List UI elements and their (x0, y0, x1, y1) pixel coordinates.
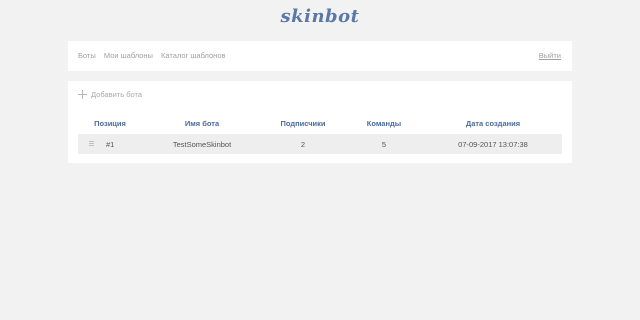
cell-subscribers: 2 (262, 134, 344, 154)
column-header-created-date[interactable]: Дата создания (424, 116, 562, 130)
nav-links: Боты Мои шаблоны Каталог шаблонов (78, 51, 231, 60)
nav-item-bots[interactable]: Боты (78, 51, 96, 60)
table-header-row: Позиция Имя бота Подписчики Команды Дата… (78, 116, 562, 130)
cell-commands: 5 (344, 134, 424, 154)
column-header-bot-name[interactable]: Имя бота (142, 116, 262, 130)
drag-handle-icon[interactable] (89, 141, 94, 147)
app-logo[interactable]: skinbot (0, 6, 640, 27)
nav-item-template-catalog[interactable]: Каталог шаблонов (161, 51, 225, 60)
bots-table: Позиция Имя бота Подписчики Команды Дата… (78, 116, 562, 154)
column-header-subscribers[interactable]: Подписчики (262, 116, 344, 130)
bots-panel: Добавить бота Позиция Имя бота Подписчик… (68, 81, 572, 163)
logout-link[interactable]: Выйти (539, 51, 561, 60)
top-navbar: Боты Мои шаблоны Каталог шаблонов Выйти (68, 41, 572, 71)
table-row[interactable]: #1 TestSomeSkinbot 2 5 07-09-2017 13:07:… (78, 134, 562, 154)
nav-item-my-templates[interactable]: Мои шаблоны (104, 51, 153, 60)
cell-created-date: 07-09-2017 13:07:38 (424, 134, 562, 154)
plus-icon (78, 90, 87, 99)
cell-position: #1 (78, 134, 142, 154)
add-bot-label: Добавить бота (91, 90, 143, 99)
column-header-position[interactable]: Позиция (78, 116, 142, 130)
cell-bot-name[interactable]: TestSomeSkinbot (142, 134, 262, 154)
position-value: #1 (106, 140, 115, 149)
add-bot-button[interactable]: Добавить бота (78, 90, 142, 99)
column-header-commands[interactable]: Команды (344, 116, 424, 130)
